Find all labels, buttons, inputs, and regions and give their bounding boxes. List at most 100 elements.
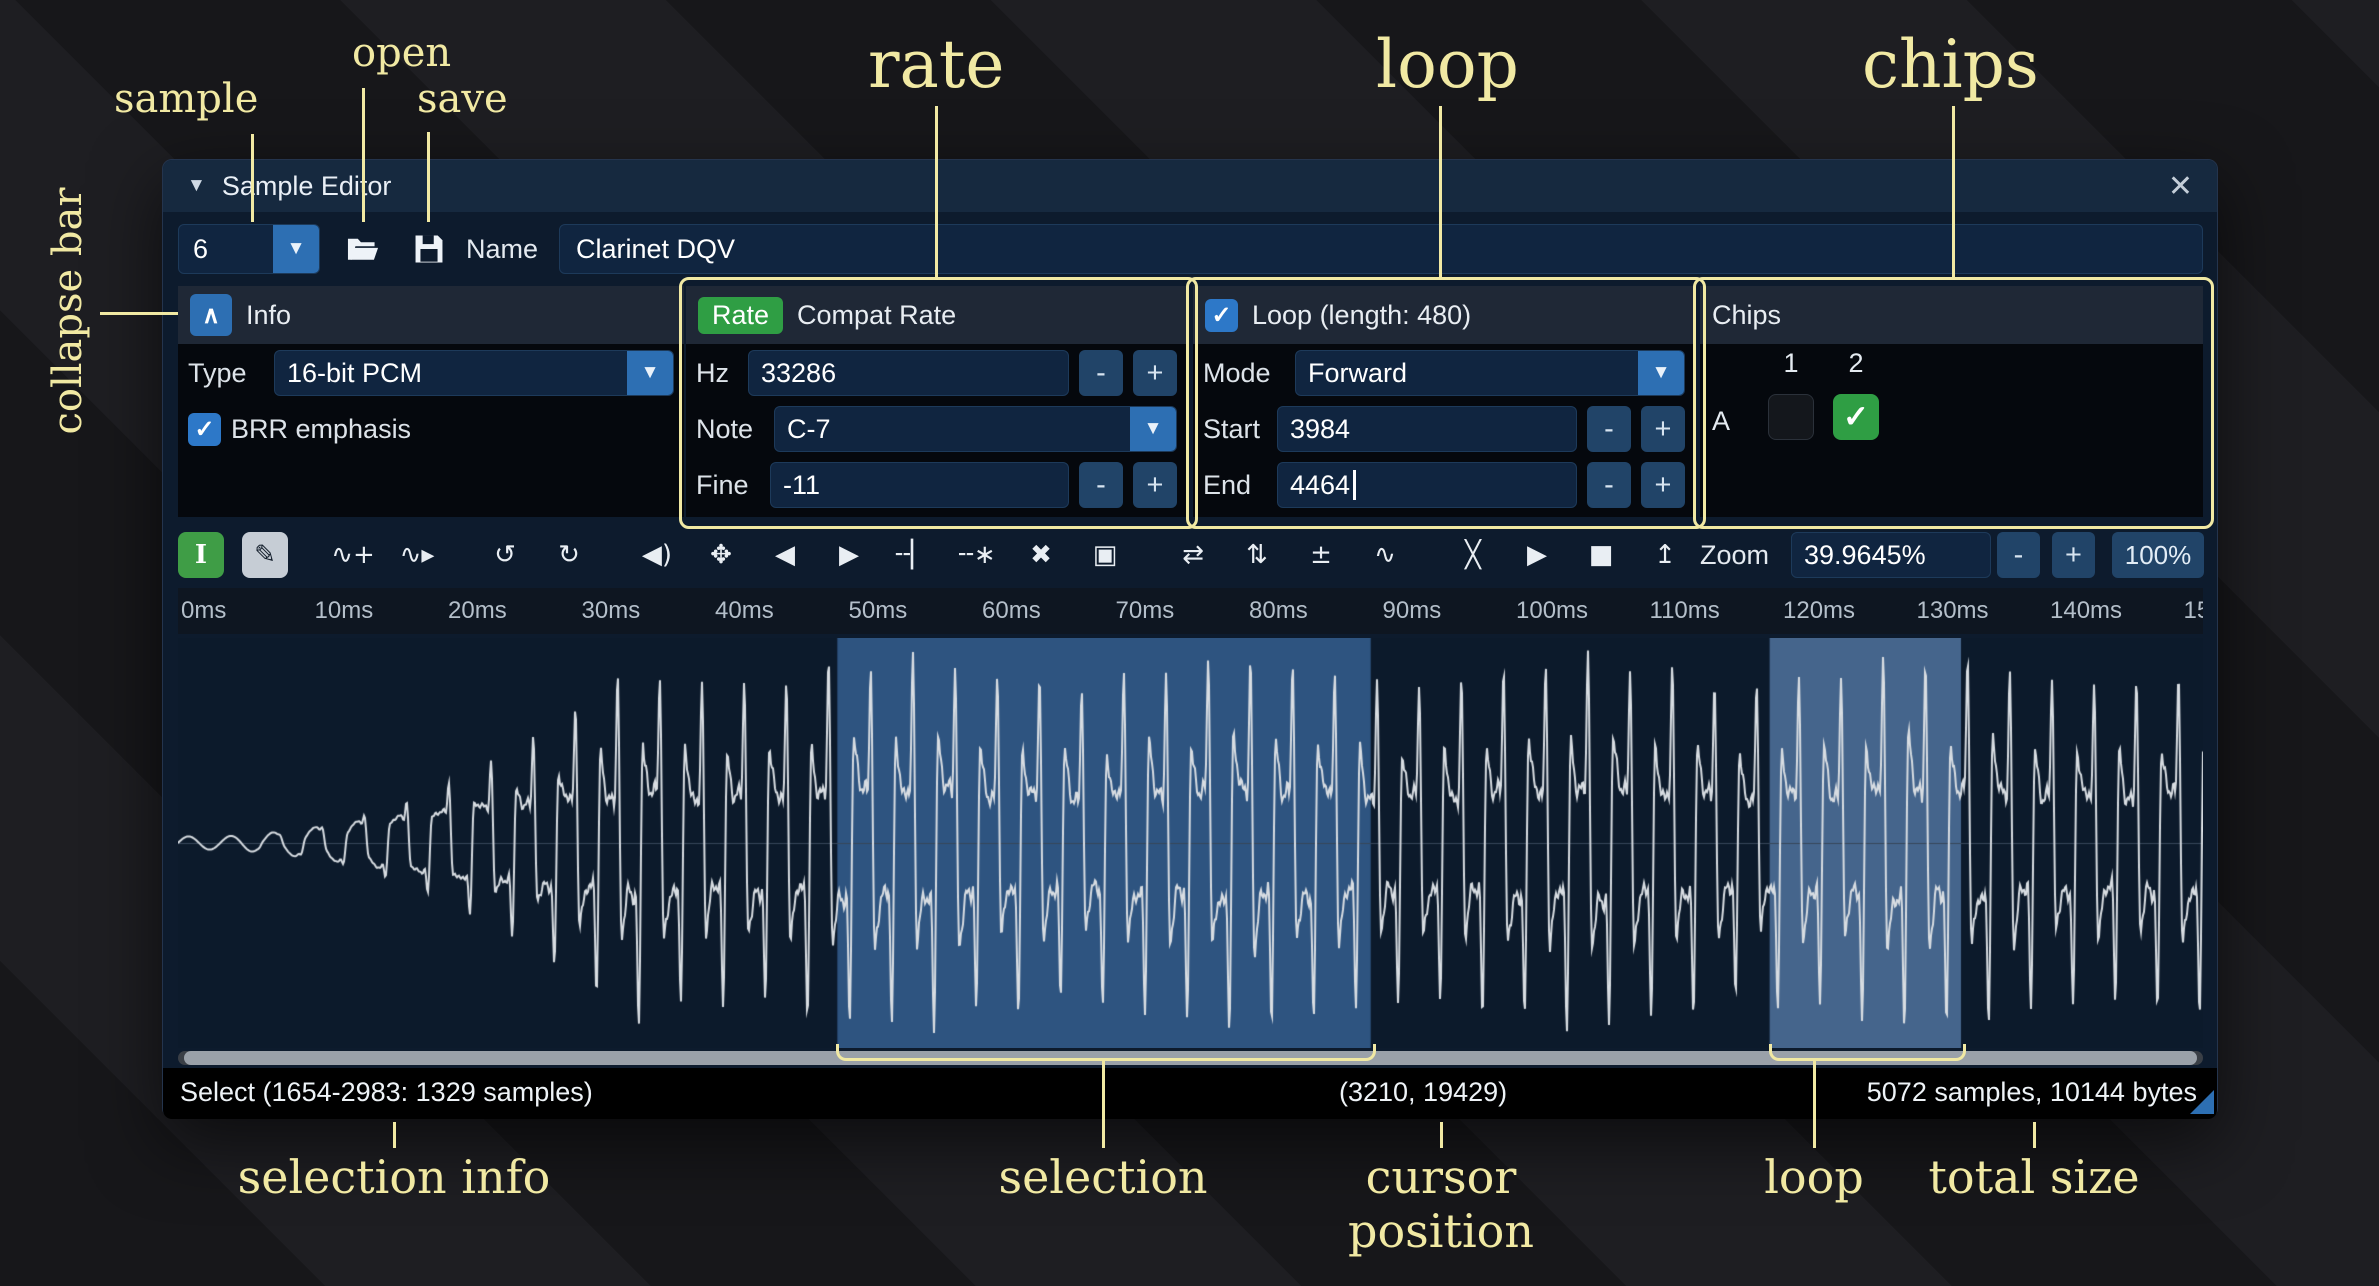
loop-start-plus-button[interactable]: + [1641,406,1685,452]
sample-type-dropdown[interactable]: 16-bit PCM ▼ [274,350,674,396]
note-label: Note [696,414,764,445]
annotation-line [935,106,938,278]
crossfade-button[interactable]: ╳ [1450,532,1496,578]
hz-minus-button[interactable]: - [1079,350,1123,396]
type-dropdown-arrow-icon[interactable]: ▼ [627,351,673,395]
note-dropdown[interactable]: C-7 ▼ [774,406,1177,452]
select-tool-button[interactable]: I [178,532,224,578]
loop-start-label: Start [1203,414,1267,445]
hz-plus-button[interactable]: + [1133,350,1177,396]
window-collapse-icon[interactable]: ▼ [187,175,206,197]
trim-button[interactable]: ▣ [1082,532,1128,578]
info-panel-title: Info [246,300,291,331]
chip-column-2-label: 2 [1833,348,1879,379]
fine-minus-button[interactable]: - [1079,462,1123,508]
crossfade-icon: ╳ [1465,540,1481,570]
window-titlebar[interactable]: ▼ Sample Editor ✕ [163,160,2217,212]
resize-icon: ∿+ [331,540,375,570]
loop-panel: ✓ Loop (length: 480) Mode Forward ▼ Star… [1193,286,1695,517]
chip-row-a-label: A [1712,398,1730,445]
annotation-collapse-bar: collapse bar [45,171,91,451]
annotation-line [251,134,254,222]
signed-unsigned-button[interactable]: ± [1298,532,1344,578]
annotation-total-size: total size [1864,1150,2204,1204]
export-button[interactable]: ↥ [1642,532,1688,578]
sample-name-value: Clarinet DQV [576,234,735,265]
annotation-sample: sample [114,76,258,122]
ruler-tick: 120ms [1783,597,1855,625]
loop-enable-checkbox[interactable]: ✓ [1205,299,1238,332]
stop-button[interactable]: ■ [1578,532,1624,578]
sample-number-dropdown[interactable]: 6 ▼ [178,224,320,274]
loop-end-minus-button[interactable]: - [1587,462,1631,508]
brr-emphasis-checkbox[interactable]: ✓ [188,413,221,446]
ruler-tick: 80ms [1249,597,1308,625]
resize-button[interactable]: ∿+ [330,532,376,578]
loop-start-minus-button[interactable]: - [1587,406,1631,452]
undo-button[interactable]: ↺ [482,532,528,578]
text-cursor [1353,470,1356,500]
fade-in-button[interactable]: ◀ [762,532,808,578]
select-tool-icon: I [195,540,207,570]
sample-dropdown-arrow-icon[interactable]: ▼ [273,225,319,273]
loop-mode-dropdown[interactable]: Forward ▼ [1295,350,1685,396]
fade-out-button[interactable]: ▶ [826,532,872,578]
zoom-reset-button[interactable]: 100% [2112,532,2204,578]
close-button[interactable]: ✕ [2168,169,2193,204]
redo-icon: ↻ [558,540,580,570]
draw-tool-button[interactable]: ✎ [242,532,288,578]
ruler-tick: 100ms [1516,597,1588,625]
chip-a2-checkbox[interactable]: ✓ [1833,394,1879,440]
annotation-cursor-position: cursor position [1271,1150,1611,1258]
annotation-rate: rate [868,26,1004,103]
zoom-minus-button[interactable]: - [1997,532,2040,578]
apply-silence-button[interactable]: ╌∗ [954,532,1000,578]
sample-name-input[interactable]: Clarinet DQV [559,224,2203,274]
checkmark-icon: ✓ [194,415,214,444]
preview-button[interactable]: ▶ [1514,532,1560,578]
ruler-tick: 40ms [715,597,774,625]
reverse-button[interactable]: ⇄ [1170,532,1216,578]
loop-start-input[interactable]: 3984 [1277,406,1577,452]
filter-button[interactable]: ∿ [1362,532,1408,578]
info-panel: ∧ Info Type 16-bit PCM ▼ ✓ BRR emphasis [178,286,684,517]
close-icon: ✕ [2168,170,2193,203]
annotation-line [1439,106,1442,278]
fine-input[interactable]: -11 [770,462,1069,508]
hz-input[interactable]: 33286 [748,350,1069,396]
status-selection-info: Select (1654-2983: 1329 samples) [180,1068,593,1119]
zoom-label: Zoom [1700,530,1769,580]
note-dropdown-arrow-icon[interactable]: ▼ [1130,407,1176,451]
chip-column-1-label: 1 [1768,348,1814,379]
insert-silence-button[interactable]: ╌▏ [890,532,936,578]
loop-end-plus-button[interactable]: + [1641,462,1685,508]
ruler-tick: 110ms [1650,597,1720,625]
loop-end-label: End [1203,470,1267,501]
mode-dropdown-arrow-icon[interactable]: ▼ [1638,351,1684,395]
waveform-canvas[interactable] [178,638,2203,1048]
redo-button[interactable]: ↻ [546,532,592,578]
chip-a1-checkbox[interactable] [1768,394,1814,440]
annotation-loop: loop [1376,26,1519,103]
fade-out-icon: ▶ [839,540,859,570]
save-sample-button[interactable] [405,224,453,274]
normalize-button[interactable]: ✥ [698,532,744,578]
resample-button[interactable]: ∿▸ [394,532,440,578]
annotation-line [1440,1122,1443,1148]
rate-panel-title: Compat Rate [797,300,956,331]
rate-badge[interactable]: Rate [698,297,783,334]
fine-plus-button[interactable]: + [1133,462,1177,508]
rate-panel-header: Rate Compat Rate [686,286,1187,344]
open-sample-button[interactable] [337,224,389,274]
delete-button[interactable]: ✖ [1018,532,1064,578]
checkmark-icon: ✓ [1843,399,1869,435]
loop-end-input[interactable]: 4464 [1277,462,1577,508]
amplify-button[interactable]: ◀) [634,532,680,578]
ruler-tick: 20ms [448,597,507,625]
invert-button[interactable]: ⇅ [1234,532,1280,578]
window-resize-grip[interactable] [2190,1090,2214,1114]
zoom-plus-button[interactable]: + [2052,532,2095,578]
collapse-bar-button[interactable]: ∧ [190,294,232,336]
zoom-input[interactable]: 39.9645% [1791,532,1991,578]
insert-silence-icon: ╌▏ [895,540,931,570]
